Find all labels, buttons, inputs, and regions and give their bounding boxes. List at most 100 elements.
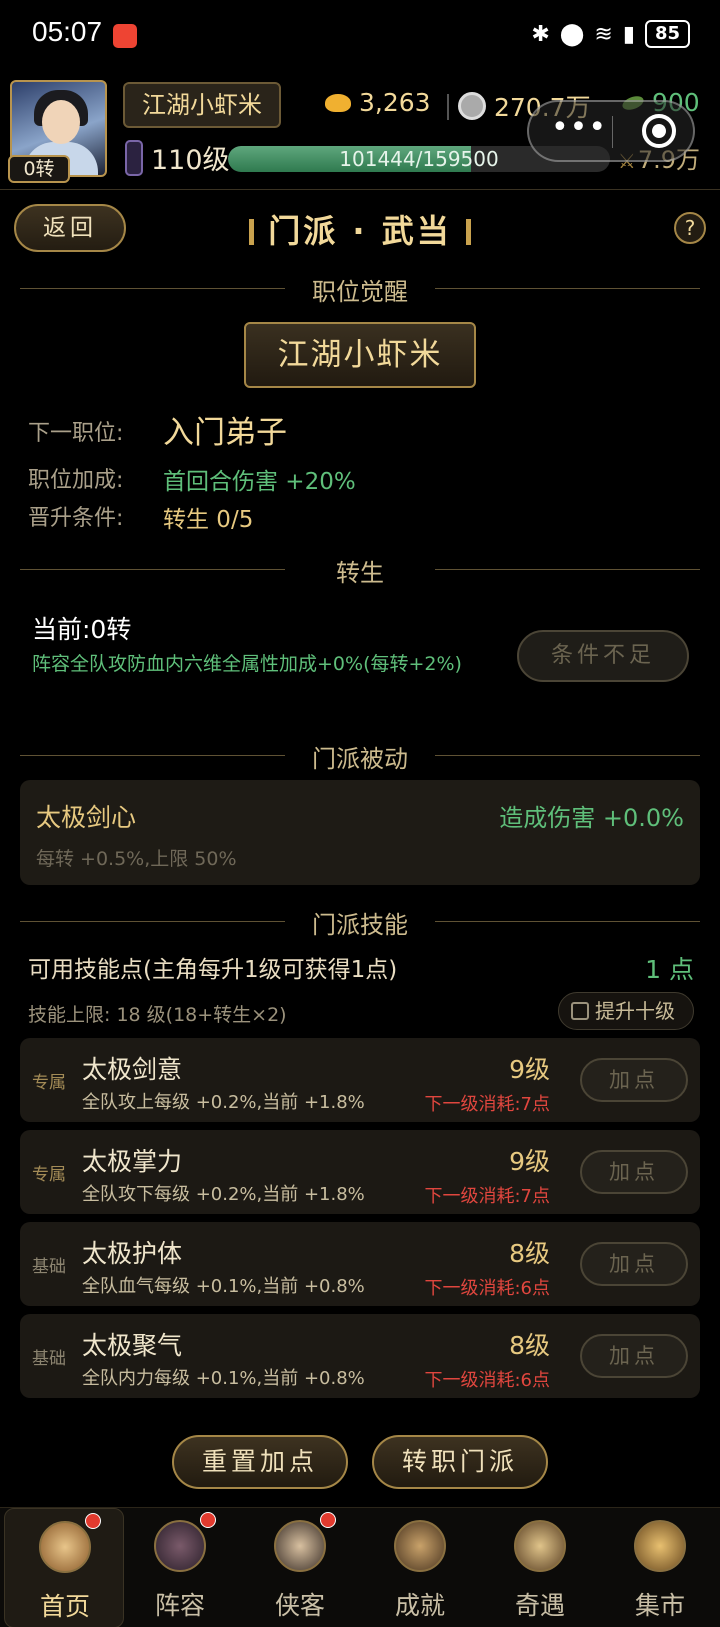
add-point-button[interactable]: 加点 bbox=[580, 1150, 688, 1194]
section-awaken-title: 职位觉醒 bbox=[312, 278, 408, 306]
passive-note: 每转 +0.5%,上限 50% bbox=[36, 848, 237, 870]
divider-line-right bbox=[435, 288, 700, 289]
hero-icon bbox=[274, 1520, 326, 1572]
adventure-icon bbox=[514, 1520, 566, 1572]
home-icon bbox=[39, 1521, 91, 1573]
tab-home[interactable]: 首页 bbox=[4, 1508, 124, 1627]
tab-label: 首页 bbox=[39, 1592, 90, 1621]
notification-dot bbox=[85, 1513, 101, 1529]
raise-ten-levels-label: 提升十级 bbox=[595, 999, 675, 1023]
bottom-tab-bar: 首页 阵容 侠客 成就 奇遇 集市 bbox=[0, 1507, 720, 1627]
skill-name: 太极掌力 bbox=[82, 1147, 183, 1176]
skill-name: 太极护体 bbox=[82, 1239, 183, 1268]
lineup-icon bbox=[154, 1520, 206, 1572]
title-ornament-left bbox=[249, 219, 255, 245]
skill-name: 太极聚气 bbox=[82, 1331, 183, 1360]
promotion-condition-value: 转生 0/5 bbox=[163, 507, 254, 533]
avatar-head bbox=[42, 100, 80, 144]
rank-bonus-label: 职位加成: bbox=[28, 468, 124, 493]
next-rank-value: 入门弟子 bbox=[163, 415, 287, 451]
miniprogram-capsule: ••• bbox=[527, 100, 695, 162]
next-rank-label: 下一职位: bbox=[28, 421, 124, 446]
tab-label: 侠客 bbox=[274, 1591, 325, 1620]
status-icons: ✱ ⬤ ≋ ▮ 85 bbox=[531, 20, 690, 48]
transfer-sect-button[interactable]: 转职门派 bbox=[372, 1435, 548, 1489]
help-button[interactable]: ? bbox=[674, 212, 706, 244]
tab-market[interactable]: 集市 bbox=[600, 1508, 720, 1627]
tab-achievement[interactable]: 成就 bbox=[360, 1508, 480, 1627]
gold-ingot-icon bbox=[325, 93, 351, 112]
section-skills-divider: 门派技能 bbox=[20, 903, 700, 939]
skill-points-value: 1 点 bbox=[645, 955, 694, 984]
skill-name: 太极剑意 bbox=[82, 1055, 183, 1084]
currency-divider bbox=[447, 94, 449, 120]
skill-tag: 基础 bbox=[32, 1257, 66, 1277]
status-bar: 05:07 ✱ ⬤ ≋ ▮ 85 bbox=[0, 0, 720, 70]
reset-points-button[interactable]: 重置加点 bbox=[172, 1435, 348, 1489]
notification-dot bbox=[320, 1512, 336, 1528]
promotion-condition-row: 晋升条件: 转生 0/5 bbox=[28, 500, 253, 533]
market-icon bbox=[634, 1520, 686, 1572]
tab-hero[interactable]: 侠客 bbox=[240, 1508, 360, 1627]
more-menu-button[interactable]: ••• bbox=[547, 110, 611, 152]
capsule-separator bbox=[612, 116, 613, 148]
back-button[interactable]: 返回 bbox=[14, 204, 126, 252]
page-title-text: 门派 · 武当 bbox=[268, 212, 452, 250]
skill-cost: 下一级消耗:7点 bbox=[424, 1186, 550, 1207]
player-level: 110级 bbox=[151, 145, 230, 176]
section-skills-title: 门派技能 bbox=[312, 911, 408, 939]
checkbox-icon bbox=[571, 1002, 589, 1020]
signal-icon: ▮ bbox=[622, 21, 635, 47]
player-header: 0转 江湖小虾米 3,263 270.7万 900 110级 101444/15… bbox=[0, 70, 720, 190]
notification-dot bbox=[200, 1512, 216, 1528]
player-name: 江湖小虾米 bbox=[123, 82, 281, 128]
close-miniprogram-icon[interactable] bbox=[642, 114, 676, 148]
skill-level: 9级 bbox=[509, 1055, 550, 1084]
silver-coin-icon bbox=[458, 92, 486, 120]
skill-desc: 全队内力每级 +0.1%,当前 +0.8% bbox=[82, 1368, 365, 1389]
gold-currency: 3,263 bbox=[325, 88, 431, 117]
rank-bonus-row: 职位加成: 首回合伤害 +20% bbox=[28, 462, 356, 495]
tab-label: 阵容 bbox=[154, 1591, 205, 1620]
skill-points-label: 可用技能点(主角每升1级可获得1点) bbox=[28, 957, 398, 983]
book-icon bbox=[394, 1520, 446, 1572]
current-rank-plate: 江湖小虾米 bbox=[244, 322, 476, 388]
bluetooth-icon: ✱ bbox=[531, 21, 550, 47]
next-rank-row: 下一职位: 入门弟子 bbox=[28, 415, 287, 451]
skill-cost: 下一级消耗:6点 bbox=[424, 1278, 550, 1299]
battery-icon: 85 bbox=[644, 20, 690, 48]
location-icon: ⬤ bbox=[559, 21, 585, 47]
divider-line-right bbox=[435, 921, 700, 922]
skill-level: 8级 bbox=[509, 1239, 550, 1268]
skill-cost: 下一级消耗:6点 bbox=[424, 1370, 550, 1391]
skill-card: 基础 太极护体 全队血气每级 +0.1%,当前 +0.8% 8级 下一级消耗:6… bbox=[20, 1222, 700, 1306]
status-time: 05:07 bbox=[32, 16, 103, 47]
tab-label: 成就 bbox=[394, 1591, 445, 1620]
section-awaken-divider: 职位觉醒 bbox=[20, 270, 700, 306]
gold-amount: 3,263 bbox=[359, 88, 431, 117]
rebirth-count-badge: 0转 bbox=[8, 155, 70, 183]
add-point-button[interactable]: 加点 bbox=[580, 1058, 688, 1102]
rebirth-condition-button[interactable]: 条件不足 bbox=[517, 630, 689, 682]
section-passive-divider: 门派被动 bbox=[20, 737, 700, 773]
level-badge bbox=[125, 140, 143, 176]
add-point-button[interactable]: 加点 bbox=[580, 1334, 688, 1378]
skill-card: 专属 太极剑意 全队攻上每级 +0.2%,当前 +1.8% 9级 下一级消耗:7… bbox=[20, 1038, 700, 1122]
rebirth-current: 当前:0转 bbox=[32, 615, 132, 644]
skill-desc: 全队血气每级 +0.1%,当前 +0.8% bbox=[82, 1276, 365, 1297]
tab-label: 奇遇 bbox=[514, 1591, 565, 1620]
skill-tag: 专属 bbox=[32, 1073, 66, 1093]
rebirth-description: 阵容全队攻防血内六维全属性加成+0%(每转+2%) bbox=[32, 653, 462, 675]
page-header: 门派 · 武当 返回 ? bbox=[0, 200, 720, 256]
raise-ten-levels-checkbox[interactable]: 提升十级 bbox=[558, 992, 694, 1030]
section-rebirth-title: 转生 bbox=[336, 559, 384, 587]
wifi-icon: ≋ bbox=[594, 21, 613, 47]
rank-bonus-value: 首回合伤害 +20% bbox=[163, 469, 356, 495]
skill-card: 专属 太极掌力 全队攻下每级 +0.2%,当前 +1.8% 9级 下一级消耗:7… bbox=[20, 1130, 700, 1214]
add-point-button[interactable]: 加点 bbox=[580, 1242, 688, 1286]
skill-desc: 全队攻下每级 +0.2%,当前 +1.8% bbox=[82, 1184, 365, 1205]
skill-level: 9级 bbox=[509, 1147, 550, 1176]
tab-lineup[interactable]: 阵容 bbox=[120, 1508, 240, 1627]
skill-tag: 基础 bbox=[32, 1349, 66, 1369]
tab-adventure[interactable]: 奇遇 bbox=[480, 1508, 600, 1627]
